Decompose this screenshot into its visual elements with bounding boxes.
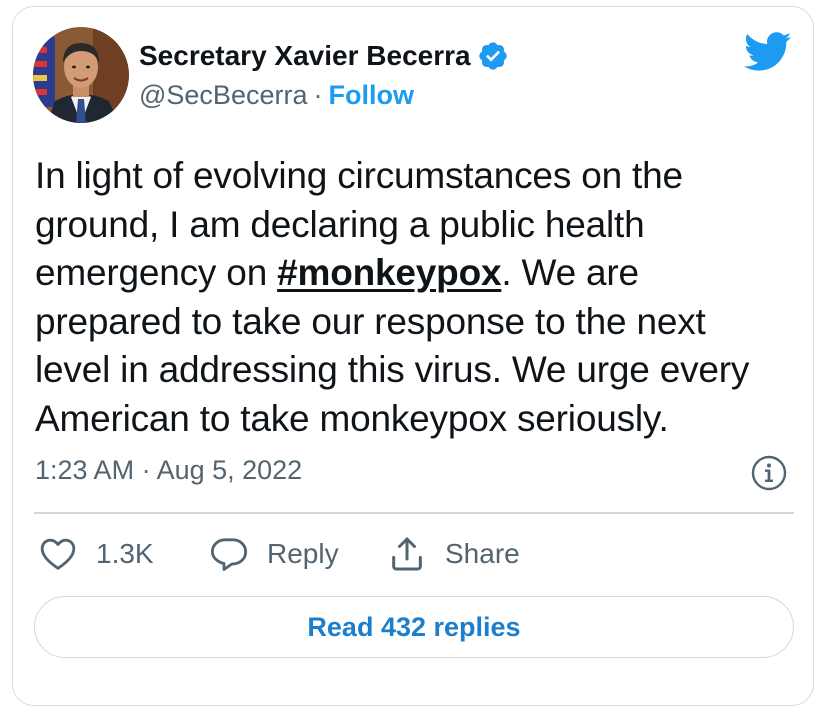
tweet-text: In light of evolving circumstances on th…: [35, 152, 805, 443]
tweet-line: prepared to take our response to the nex…: [35, 300, 706, 342]
reply-bubble-icon: [210, 538, 248, 571]
share-button[interactable]: Share: [387, 532, 520, 576]
reply-label: Reply: [267, 538, 339, 569]
tweet-line: level in addressing this virus. We urge …: [35, 349, 750, 390]
author-name[interactable]: Secretary Xavier Becerra: [139, 40, 471, 72]
separator-dot: ·: [313, 80, 323, 110]
author-handle-row: @SecBecerra · Follow: [139, 80, 414, 111]
hashtag-link[interactable]: #monkeypox: [277, 252, 501, 293]
tweet-line: American to take monkeypox seriously.: [35, 397, 669, 439]
read-replies-button[interactable]: Read 432 replies: [34, 596, 794, 658]
avatar[interactable]: [33, 27, 129, 123]
follow-button[interactable]: Follow: [328, 80, 413, 111]
tweet-line: In light of evolving circumstances on th…: [35, 155, 683, 196]
info-icon[interactable]: [750, 454, 788, 492]
tweet-line-with-hashtag: emergency on #monkeypox. We are: [35, 249, 805, 298]
twitter-bird-icon[interactable]: [743, 32, 792, 72]
share-icon: [392, 537, 422, 571]
like-count: 1.3K: [96, 538, 154, 569]
author-handle[interactable]: @SecBecerra: [139, 80, 307, 111]
tweet-timestamp[interactable]: 1:23 AM · Aug 5, 2022: [35, 455, 302, 486]
tweet-line-start: emergency on: [35, 252, 278, 293]
author-name-row[interactable]: Secretary Xavier Becerra: [139, 38, 509, 74]
divider: [34, 512, 794, 514]
heart-icon: [40, 538, 76, 570]
reply-button[interactable]: Reply: [209, 532, 339, 576]
profile-photo: [33, 27, 129, 123]
tweet-line-end: . We are: [501, 252, 639, 293]
verified-badge-icon: [477, 40, 509, 72]
tweet-line: ground, I am declaring a public health: [35, 203, 645, 245]
share-label: Share: [445, 538, 520, 569]
like-button[interactable]: 1.3K: [38, 532, 154, 576]
